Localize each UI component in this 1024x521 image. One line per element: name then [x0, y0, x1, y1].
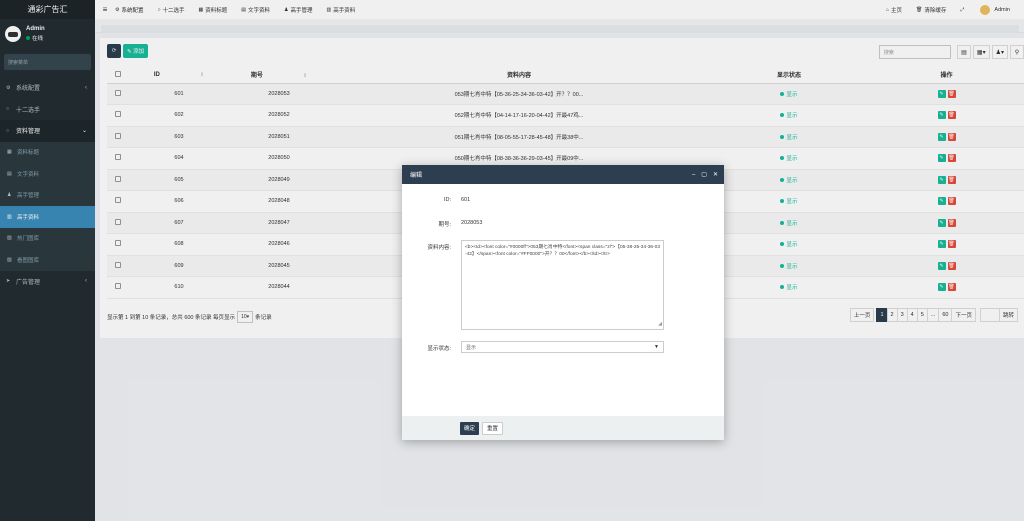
confirm-button[interactable]: 确定	[460, 421, 480, 435]
close-icon[interactable]: ✕	[713, 171, 718, 178]
status-select[interactable]: 显示 ▼	[461, 341, 664, 353]
issue-label: 期号:	[438, 222, 451, 228]
dialog-footer: 确定 重置	[402, 416, 724, 440]
reset-button[interactable]: 重置	[482, 421, 504, 435]
issue-value: 2028053	[461, 220, 483, 226]
id-value: 601	[461, 197, 471, 203]
dialog-header[interactable]: 编辑 – ▢ ✕	[402, 165, 724, 184]
dialog-title: 编辑	[410, 173, 423, 179]
id-label: ID:	[443, 197, 451, 203]
minimize-icon[interactable]: –	[692, 172, 695, 178]
status-label: 显示状态:	[427, 346, 451, 352]
content-textarea[interactable]: <b><td><font color="#0000ff">053期七肖中特</f…	[461, 240, 664, 330]
caret-down-icon: ▼	[654, 344, 659, 350]
edit-dialog: 编辑 – ▢ ✕ ID: 601 期号: 2028053 资料内容: <b><t…	[402, 165, 724, 440]
maximize-icon[interactable]: ▢	[701, 171, 707, 178]
dialog-controls: – ▢ ✕	[686, 165, 718, 184]
content-label: 资料内容:	[427, 245, 451, 251]
resize-handle-icon[interactable]: ◢	[658, 321, 662, 328]
